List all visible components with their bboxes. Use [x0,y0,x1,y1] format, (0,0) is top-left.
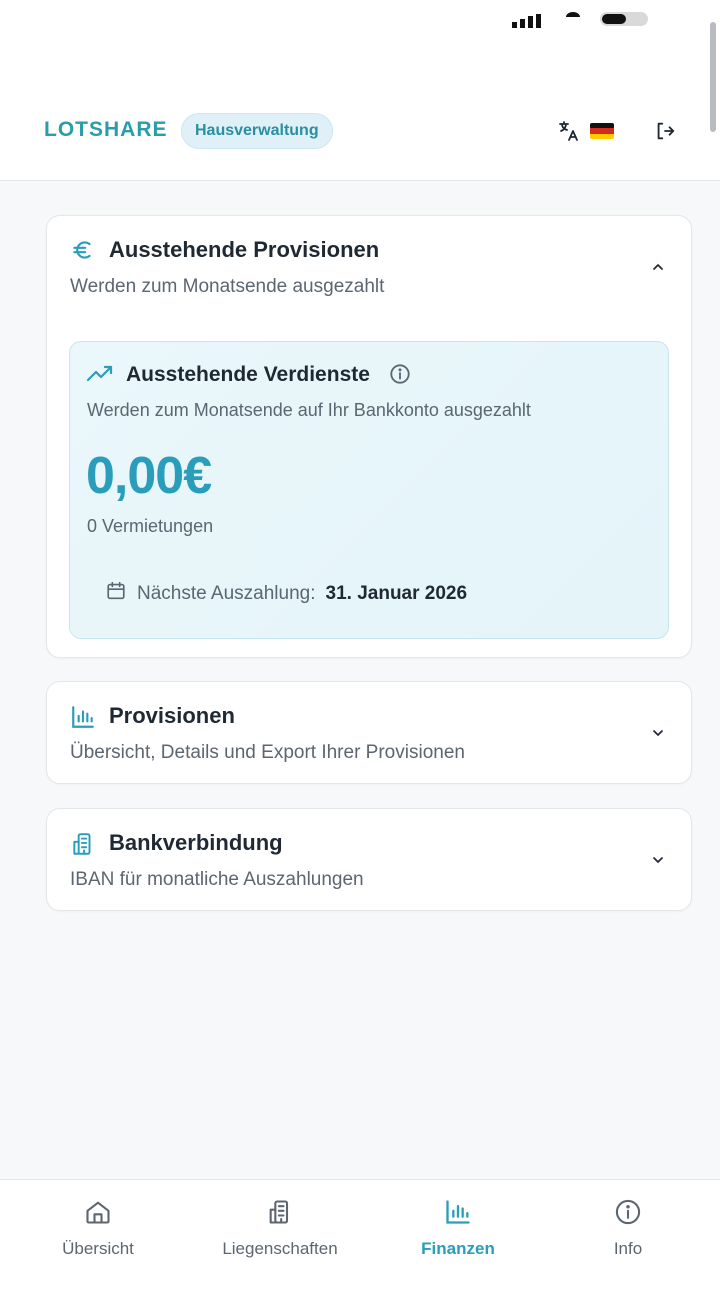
bank-connection-title[interactable]: Bankverbindung [109,830,283,856]
battery-icon [600,12,648,26]
nav-item-overview[interactable]: Übersicht [8,1198,188,1259]
info-icon [614,1198,642,1231]
status-bar [0,0,720,40]
bank-connection-card[interactable]: Bankverbindung IBAN für monatliche Ausza… [46,808,692,911]
bar-chart-icon [69,703,97,731]
brand-logo[interactable]: LOTSHARE [44,118,168,142]
pending-earnings-panel: Ausstehende Verdienste Werden zum Monats… [69,341,669,639]
rentals-count: 0 Vermietungen [87,516,214,536]
pending-commissions-subtitle: Werden zum Monatsende ausgezahlt [70,276,385,297]
commissions-subtitle: Übersicht, Details und Export Ihrer Prov… [70,742,465,763]
info-circle-icon[interactable] [386,360,414,388]
bottom-nav: Übersicht Liegenschaften Finanzen Info [0,1179,720,1300]
bar-chart-icon [444,1198,472,1231]
next-payout-date: 31. Januar 2026 [325,583,468,604]
chevron-up-icon[interactable] [647,256,669,278]
building-icon [266,1198,294,1231]
pending-amount: 0,00€ [86,447,212,505]
german-flag-icon[interactable] [590,123,614,139]
pending-earnings-subtitle: Werden zum Monatsende auf Ihr Bankkonto … [87,400,531,420]
chevron-down-icon[interactable] [647,849,669,871]
nav-item-properties[interactable]: Liegenschaften [190,1198,370,1259]
chevron-down-icon[interactable] [647,722,669,744]
calendar-icon [105,580,127,608]
pending-earnings-title: Ausstehende Verdienste [126,363,370,386]
app-header: LOTSHARE Hausverwaltung [0,40,720,181]
nav-item-info[interactable]: Info [538,1198,718,1259]
next-payout-label: Nächste Auszahlung: [137,583,316,604]
nav-label-info: Info [613,1239,643,1258]
euro-icon [69,236,97,264]
trending-up-icon [86,360,114,388]
commissions-card[interactable]: Provisionen Übersicht, Details und Expor… [46,681,692,784]
pending-commissions-card: Ausstehende Provisionen Werden zum Monat… [46,215,692,658]
wifi-icon [566,12,580,22]
translate-icon[interactable] [556,118,582,144]
nav-label-properties: Liegenschaften [222,1239,338,1258]
logout-icon[interactable] [652,118,678,144]
role-badge: Hausverwaltung [181,113,333,149]
commissions-title[interactable]: Provisionen [109,703,235,729]
nav-item-finances[interactable]: Finanzen [368,1198,548,1259]
signal-icon [512,10,546,28]
nav-label-overview: Übersicht [62,1239,134,1258]
nav-label-finances: Finanzen [421,1239,495,1258]
bank-building-icon [69,830,97,858]
home-icon [84,1198,112,1231]
pending-commissions-title[interactable]: Ausstehende Provisionen [109,237,379,263]
bank-connection-subtitle: IBAN für monatliche Auszahlungen [70,869,364,890]
scroll-indicator[interactable] [710,22,716,132]
next-payout-row: Nächste Auszahlung: 31. Januar 2026 [105,580,467,608]
